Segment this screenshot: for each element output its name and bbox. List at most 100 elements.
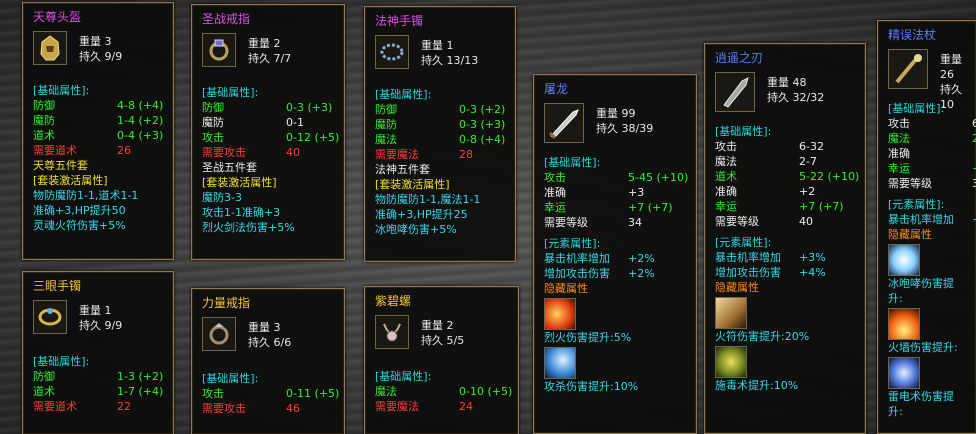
weight-value: 2 bbox=[446, 319, 454, 332]
stat-row: 防御 4-8 (+4) bbox=[33, 99, 164, 112]
set-name: 法神五件套 bbox=[375, 163, 430, 176]
weight-value: 1 bbox=[446, 39, 454, 52]
weight-label: 重量 bbox=[421, 319, 443, 332]
item-title: 屠龙 bbox=[544, 82, 569, 96]
durability-label: 持久 bbox=[940, 83, 962, 96]
stat-row: 攻击 6-32 bbox=[715, 140, 824, 153]
weight-label: 重量 bbox=[79, 304, 101, 317]
talisman-skill-icon bbox=[715, 297, 747, 329]
element-row: 暴击机率增加 +3% bbox=[715, 251, 826, 264]
lightning-skill-icon bbox=[888, 357, 920, 389]
stat-row: 准确 bbox=[888, 147, 910, 160]
stat-row: 攻击 5-45 (+10) bbox=[544, 171, 689, 184]
requirement-row: 需要道术 22 bbox=[33, 400, 131, 413]
stat-row: 道术 0-4 (+3) bbox=[33, 129, 164, 142]
ice-skill-icon bbox=[888, 244, 920, 276]
skill-bonus-line: 攻杀伤害提升:10% bbox=[544, 380, 639, 393]
skill-bonus-line: 冰咆哮伤害提升: bbox=[888, 277, 954, 305]
stat-row: 幸运+ bbox=[888, 162, 976, 175]
requirement-row: 需要等级3 bbox=[888, 177, 976, 190]
durability-label: 持久 bbox=[596, 122, 618, 135]
durability-value: 7/7 bbox=[273, 52, 292, 65]
durability-label: 持久 bbox=[79, 50, 101, 63]
base-attr-header: [基础属性]: bbox=[544, 156, 601, 169]
bracelet-icon bbox=[33, 300, 67, 334]
requirement-row: 需要等级 40 bbox=[715, 215, 813, 228]
durability-value: 32/32 bbox=[792, 91, 825, 104]
durability-label: 持久 bbox=[248, 52, 270, 65]
set-bonus-line: 灵魂火符伤害+5% bbox=[33, 219, 126, 232]
sword-icon bbox=[544, 103, 584, 143]
stat-row: 攻击6 bbox=[888, 117, 976, 130]
set-bonus-line: 准确+3,HP提升50 bbox=[33, 204, 126, 217]
item-tooltip-bracelet-sanyan: 三眼手镯 重量 1 持久 9/9 [基础属性]: 防御 1-3 (+2) 道术 1-… bbox=[22, 271, 174, 434]
base-attr-header: [基础属性]: bbox=[375, 370, 432, 383]
element-row: 暴击机率增加+ bbox=[888, 213, 976, 226]
stat-row: 道术 1-7 (+4) bbox=[33, 385, 164, 398]
element-attr-header: [元素属性]: bbox=[888, 198, 945, 211]
stat-row: 魔防 0-1 bbox=[202, 116, 304, 129]
durability-value: 13/13 bbox=[446, 54, 479, 67]
element-attr-header: [元素属性]: bbox=[544, 237, 601, 250]
durability-label: 持久 bbox=[421, 54, 443, 67]
stat-row: 魔法 0-10 (+5) bbox=[375, 385, 513, 398]
requirement-row: 需要魔法 24 bbox=[375, 400, 473, 413]
skill-bonus-line: 雷电术伤害提升: bbox=[888, 390, 954, 418]
skill-bonus-line: 火墙伤害提升: bbox=[888, 341, 958, 354]
set-bonus-line: 烈火剑法伤害+5% bbox=[202, 221, 295, 234]
weight-label: 重量 bbox=[767, 76, 789, 89]
durability-label: 持久 bbox=[767, 91, 789, 104]
element-row: 暴击机率增加 +2% bbox=[544, 252, 655, 265]
item-title: 力量戒指 bbox=[202, 296, 251, 310]
set-bonus-line: 准确+3,HP提升25 bbox=[375, 208, 468, 221]
weight-label: 重量 bbox=[248, 321, 270, 334]
stat-row: 准确 +2 bbox=[715, 185, 816, 198]
item-title: 法神手镯 bbox=[375, 14, 424, 28]
weight-label: 重量 bbox=[79, 35, 101, 48]
durability-label: 持久 bbox=[248, 336, 270, 349]
firewall-skill-icon bbox=[888, 308, 920, 340]
requirement-row: 需要等级 34 bbox=[544, 216, 642, 229]
set-bonus-line: 物防魔防1-1,魔法1-1 bbox=[375, 193, 481, 206]
skill-bonus-line: 火符伤害提升:20% bbox=[715, 330, 810, 343]
item-title: 圣战戒指 bbox=[202, 12, 251, 26]
skill-bonus-line: 施毒术提升:10% bbox=[715, 379, 799, 392]
stat-row: 防御 0-3 (+3) bbox=[202, 101, 333, 114]
item-title: 三眼手镯 bbox=[33, 279, 82, 293]
weight-label: 重量 bbox=[596, 107, 618, 120]
stat-row: 魔法 2-7 bbox=[715, 155, 817, 168]
poison-skill-icon bbox=[715, 346, 747, 378]
requirement-row: 需要攻击 46 bbox=[202, 402, 300, 415]
helmet-icon bbox=[33, 31, 67, 65]
set-bonus-line: 物防魔防1-1,道术1-1 bbox=[33, 189, 139, 202]
base-attr-header: [基础属性]: bbox=[715, 125, 772, 138]
item-tooltip-staff: 精误法杖 重量 26 持久 10 [基础属性]: 攻击6 魔法2 准确 幸运+ … bbox=[877, 20, 976, 434]
base-attr-header: [基础属性]: bbox=[375, 88, 432, 101]
set-bonus-line: 攻击1-1准确+3 bbox=[202, 206, 281, 219]
weight-label: 重量 bbox=[421, 39, 443, 52]
weight-value: 2 bbox=[273, 37, 281, 50]
stat-row: 攻击 0-11 (+5) bbox=[202, 387, 340, 400]
stat-row: 道术 5-22 (+10) bbox=[715, 170, 860, 183]
weight-value: 3 bbox=[273, 321, 281, 334]
durability-value: 6/6 bbox=[273, 336, 292, 349]
slash-skill-icon bbox=[544, 347, 576, 379]
stat-row: 魔法2 bbox=[888, 132, 976, 145]
stat-row: 攻击 0-12 (+5) bbox=[202, 131, 340, 144]
requirement-row: 需要道术 26 bbox=[33, 144, 131, 157]
durability-value: 9/9 bbox=[104, 50, 123, 63]
item-tooltip-helmet: 天尊头盔 重量 3 持久 9/9 [基础属性]: 防御 4-8 (+4) 魔防 1-… bbox=[22, 2, 174, 260]
item-tooltip-ring-liliang: 力量戒指 重量 3 持久 6/6 [基础属性]: 攻击 0-11 (+5) 需要攻… bbox=[191, 288, 345, 434]
set-bonus-line: 冰咆哮伤害+5% bbox=[375, 223, 457, 236]
hidden-attr-header: 隐藏属性 bbox=[888, 228, 932, 241]
base-attr-header: [基础属性]: bbox=[33, 355, 90, 368]
weight-value: 48 bbox=[792, 76, 807, 89]
blade-icon bbox=[715, 72, 755, 112]
weight-value: 1 bbox=[104, 304, 112, 317]
stat-row: 防御 1-3 (+2) bbox=[33, 370, 164, 383]
stat-row: 魔防 1-4 (+2) bbox=[33, 114, 164, 127]
base-attr-header: [基础属性]: bbox=[202, 372, 259, 385]
set-name: 天尊五件套 bbox=[33, 159, 88, 172]
set-name: 圣战五件套 bbox=[202, 161, 257, 174]
fire-skill-icon bbox=[544, 298, 576, 330]
